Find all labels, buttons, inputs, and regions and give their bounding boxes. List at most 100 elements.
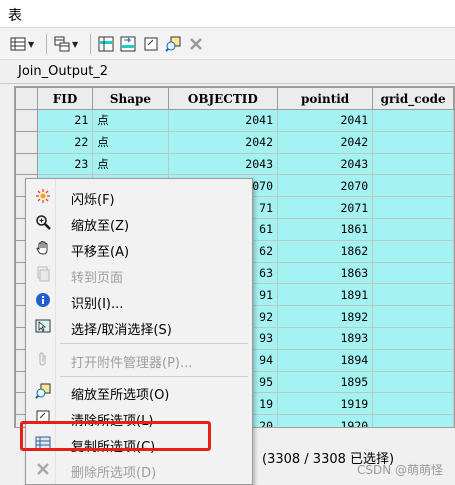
table-header-row: FID Shape OBJECTID pointid grid_code (15, 87, 454, 110)
row-selector[interactable] (15, 130, 38, 154)
table-row[interactable]: 23 点 2043 2043 (15, 152, 454, 176)
cell-grid-code[interactable] (372, 239, 454, 263)
related-tables-button[interactable]: ▼ (54, 35, 78, 53)
cell-grid-code[interactable] (372, 348, 454, 372)
toolbar-separator (90, 34, 91, 54)
cell-pointid[interactable]: 2070 (276, 174, 374, 198)
cell-grid-code[interactable] (372, 130, 454, 154)
zoom-to-icon (35, 214, 51, 230)
table-row[interactable]: 22 点 2042 2042 (15, 130, 454, 154)
cell-objectid[interactable]: 2042 (167, 130, 279, 154)
watermark-text: CSDN @萌萌怪 (356, 463, 443, 477)
menu-item-open-attachment-manager[interactable]: 打开附件管理器(P)... (26, 347, 252, 373)
cell-pointid[interactable]: 1920 (276, 414, 374, 427)
menu-item-goto-page[interactable]: 转到页面 (26, 262, 252, 288)
identify-icon (35, 292, 51, 308)
cell-grid-code[interactable] (372, 326, 454, 350)
pan-hand-icon (35, 240, 51, 256)
cell-pointid[interactable]: 2071 (276, 196, 374, 219)
cell-objectid[interactable]: 2043 (167, 152, 279, 176)
cell-shape[interactable]: 点 (92, 130, 169, 154)
cell-fid[interactable]: 21 (36, 109, 94, 132)
toolbar-separator (46, 34, 47, 54)
cell-pointid[interactable]: 1861 (276, 217, 374, 241)
cell-grid-code[interactable] (372, 174, 454, 198)
cell-pointid[interactable]: 1862 (276, 239, 374, 263)
menu-item-zoom-to-selected[interactable]: 缩放至所选项(O) (26, 379, 252, 405)
column-header-fid[interactable]: FID (36, 87, 94, 110)
table-toolbar: ▼ ▼ (0, 28, 455, 60)
menu-item-label: 缩放至(Z) (71, 219, 130, 234)
cell-pointid[interactable]: 1863 (276, 261, 374, 285)
cell-fid[interactable]: 23 (36, 152, 94, 176)
menu-item-label: 删除所选项(D) (71, 466, 157, 481)
menu-item-select-toggle[interactable]: 选择/取消选择(S) (26, 314, 252, 340)
clear-selection-button[interactable] (143, 35, 159, 53)
cell-fid[interactable]: 22 (36, 130, 94, 154)
cell-shape[interactable]: 点 (92, 152, 169, 176)
table-row[interactable]: 21 点 2041 2041 (15, 109, 454, 132)
chevron-down-icon: ▼ (28, 39, 35, 49)
table-tab-bar: Join_Output_2 (0, 60, 455, 84)
copy-selected-highlight (20, 421, 211, 451)
tab-join-output[interactable]: Join_Output_2 (18, 64, 108, 79)
window-title: 表 (8, 8, 22, 24)
title-bar: 表 (0, 0, 455, 28)
cell-grid-code[interactable] (372, 392, 454, 416)
cell-pointid[interactable]: 2043 (276, 152, 374, 176)
column-header-shape[interactable]: Shape (92, 87, 169, 110)
menu-separator (60, 343, 248, 344)
cell-pointid[interactable]: 1919 (276, 392, 374, 416)
related-tables-icon (54, 36, 70, 52)
table-options-icon (10, 36, 26, 52)
cell-shape[interactable]: 点 (92, 109, 169, 132)
row-selector[interactable] (15, 109, 38, 132)
cell-pointid[interactable]: 1893 (276, 326, 374, 350)
delete-selected-icon (35, 461, 51, 477)
zoom-to-selected-button[interactable] (165, 35, 181, 53)
cell-objectid[interactable]: 2041 (167, 109, 279, 132)
cell-grid-code[interactable] (372, 217, 454, 241)
menu-separator (60, 376, 248, 377)
cell-grid-code[interactable] (372, 283, 454, 307)
menu-item-flash[interactable]: 闪烁(F) (26, 184, 252, 210)
cell-pointid[interactable]: 1892 (276, 305, 374, 328)
cell-pointid[interactable]: 1891 (276, 283, 374, 307)
menu-item-label: 平移至(A) (71, 245, 130, 260)
select-by-attributes-button[interactable] (98, 35, 114, 53)
zoom-selected-icon (35, 383, 51, 399)
cell-pointid[interactable]: 1895 (276, 370, 374, 394)
row-selector-header[interactable] (15, 87, 38, 110)
cell-grid-code[interactable] (372, 261, 454, 285)
column-header-pointid[interactable]: pointid (276, 87, 374, 110)
cell-grid-code[interactable] (372, 305, 454, 328)
menu-item-delete-selected[interactable]: 删除所选项(D) (26, 457, 252, 483)
table-window: 表 ▼ ▼ Join_Output_2 FID Shape OBJECTID p… (0, 0, 455, 485)
menu-item-zoom-to[interactable]: 缩放至(Z) (26, 210, 252, 236)
menu-item-label: 缩放至所选项(O) (71, 388, 170, 403)
switch-selection-icon (120, 36, 136, 52)
cell-pointid[interactable]: 2042 (276, 130, 374, 154)
column-header-objectid[interactable]: OBJECTID (167, 87, 279, 110)
select-by-attributes-icon (98, 36, 114, 52)
menu-item-pan-to[interactable]: 平移至(A) (26, 236, 252, 262)
menu-item-label: 转到页面 (71, 271, 124, 286)
cell-pointid[interactable]: 2041 (276, 109, 374, 132)
cell-grid-code[interactable] (372, 196, 454, 219)
column-header-grid-code[interactable]: grid_code (372, 87, 454, 110)
cell-grid-code[interactable] (372, 370, 454, 394)
flash-icon (35, 188, 51, 204)
clear-selection-icon (143, 36, 159, 52)
delete-selected-button[interactable] (188, 35, 204, 53)
cell-pointid[interactable]: 1894 (276, 348, 374, 372)
table-options-button[interactable]: ▼ (10, 35, 34, 53)
menu-item-identify[interactable]: 识别(I)... (26, 288, 252, 314)
cell-grid-code[interactable] (372, 414, 454, 427)
switch-selection-button[interactable] (120, 35, 136, 53)
zoom-to-selected-icon (165, 36, 181, 52)
menu-item-label: 选择/取消选择(S) (71, 323, 172, 338)
row-selector[interactable] (15, 152, 38, 176)
menu-item-label: 打开附件管理器(P)... (71, 356, 193, 371)
cell-grid-code[interactable] (372, 152, 454, 176)
cell-grid-code[interactable] (372, 109, 454, 132)
